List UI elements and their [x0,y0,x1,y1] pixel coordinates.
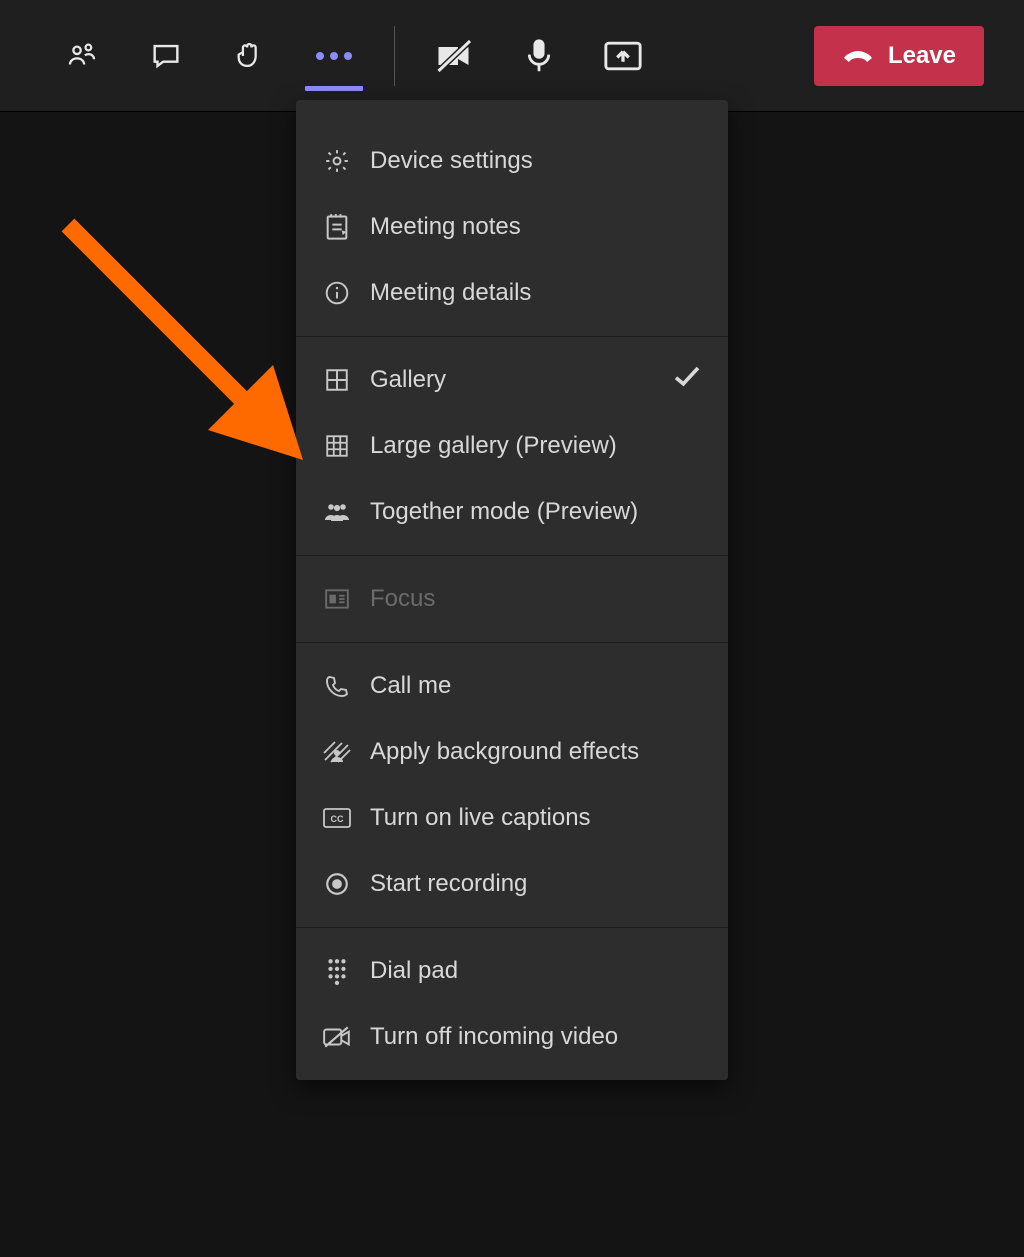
menu-item-label: Meeting details [370,279,531,307]
check-icon [672,366,702,395]
record-icon [322,869,352,899]
leave-label: Leave [888,42,956,70]
leave-button[interactable]: Leave [814,26,984,86]
menu-item-label: Large gallery (Preview) [370,432,617,460]
phone-icon [322,671,352,701]
hang-up-icon [842,46,874,66]
menu-item-meeting-notes[interactable]: Meeting notes [296,194,728,260]
menu-group-call-tools: Call me Apply background effects CC Tur [296,642,728,927]
people-group-icon [322,497,352,527]
active-indicator [305,86,363,91]
raise-hand-button[interactable] [208,0,292,111]
menu-item-dial-pad[interactable]: Dial pad [296,938,728,1004]
mic-button[interactable] [497,0,581,111]
menu-group-focus: Focus [296,555,728,642]
menu-item-label: Turn on live captions [370,804,591,832]
more-icon [312,50,356,62]
menu-item-label: Start recording [370,870,527,898]
focus-icon [322,584,352,614]
menu-item-label: Device settings [370,147,533,175]
participants-button[interactable] [40,0,124,111]
menu-item-label: Focus [370,585,435,613]
menu-item-together-mode[interactable]: Together mode (Preview) [296,479,728,545]
camera-button[interactable] [413,0,497,111]
menu-item-label: Gallery [370,366,446,394]
more-actions-menu: Device settings Meeting notes Meeting [296,100,728,1080]
share-screen-icon [603,39,643,73]
gear-icon [322,146,352,176]
people-icon [65,39,99,73]
menu-group-settings: Device settings Meeting notes Meeting [296,100,728,336]
share-button[interactable] [581,0,665,111]
menu-item-label: Apply background effects [370,738,639,766]
menu-item-label: Together mode (Preview) [370,498,638,526]
hand-icon [233,39,267,73]
menu-item-label: Meeting notes [370,213,521,241]
menu-item-meeting-details[interactable]: Meeting details [296,260,728,326]
background-effects-icon [322,737,352,767]
menu-item-label: Call me [370,672,451,700]
chat-button[interactable] [124,0,208,111]
menu-item-device-settings[interactable]: Device settings [296,128,728,194]
info-icon [322,278,352,308]
dialpad-icon [322,956,352,986]
meeting-toolbar: Leave [0,0,1024,112]
menu-item-gallery[interactable]: Gallery [296,347,728,413]
menu-group-dial-video: Dial pad Turn off incoming video [296,927,728,1080]
more-actions-button[interactable] [292,0,376,111]
grid-3x3-icon [322,431,352,461]
cc-icon: CC [322,803,352,833]
menu-item-label: Turn off incoming video [370,1023,618,1051]
mic-icon [524,38,554,74]
video-off-icon [322,1022,352,1052]
menu-item-background-effects[interactable]: Apply background effects [296,719,728,785]
menu-item-start-recording[interactable]: Start recording [296,851,728,917]
grid-2x2-icon [322,365,352,395]
menu-item-focus: Focus [296,566,728,632]
menu-item-live-captions[interactable]: CC Turn on live captions [296,785,728,851]
camera-off-icon [434,39,476,73]
menu-item-large-gallery[interactable]: Large gallery (Preview) [296,413,728,479]
menu-group-views: Gallery Large gallery (Preview) [296,336,728,555]
chat-icon [149,39,183,73]
menu-item-turn-off-incoming-video[interactable]: Turn off incoming video [296,1004,728,1070]
toolbar-divider [394,26,395,86]
menu-item-label: Dial pad [370,957,458,985]
notes-icon [322,212,352,242]
svg-text:CC: CC [331,814,344,824]
menu-item-call-me[interactable]: Call me [296,653,728,719]
annotation-arrow [58,215,328,485]
